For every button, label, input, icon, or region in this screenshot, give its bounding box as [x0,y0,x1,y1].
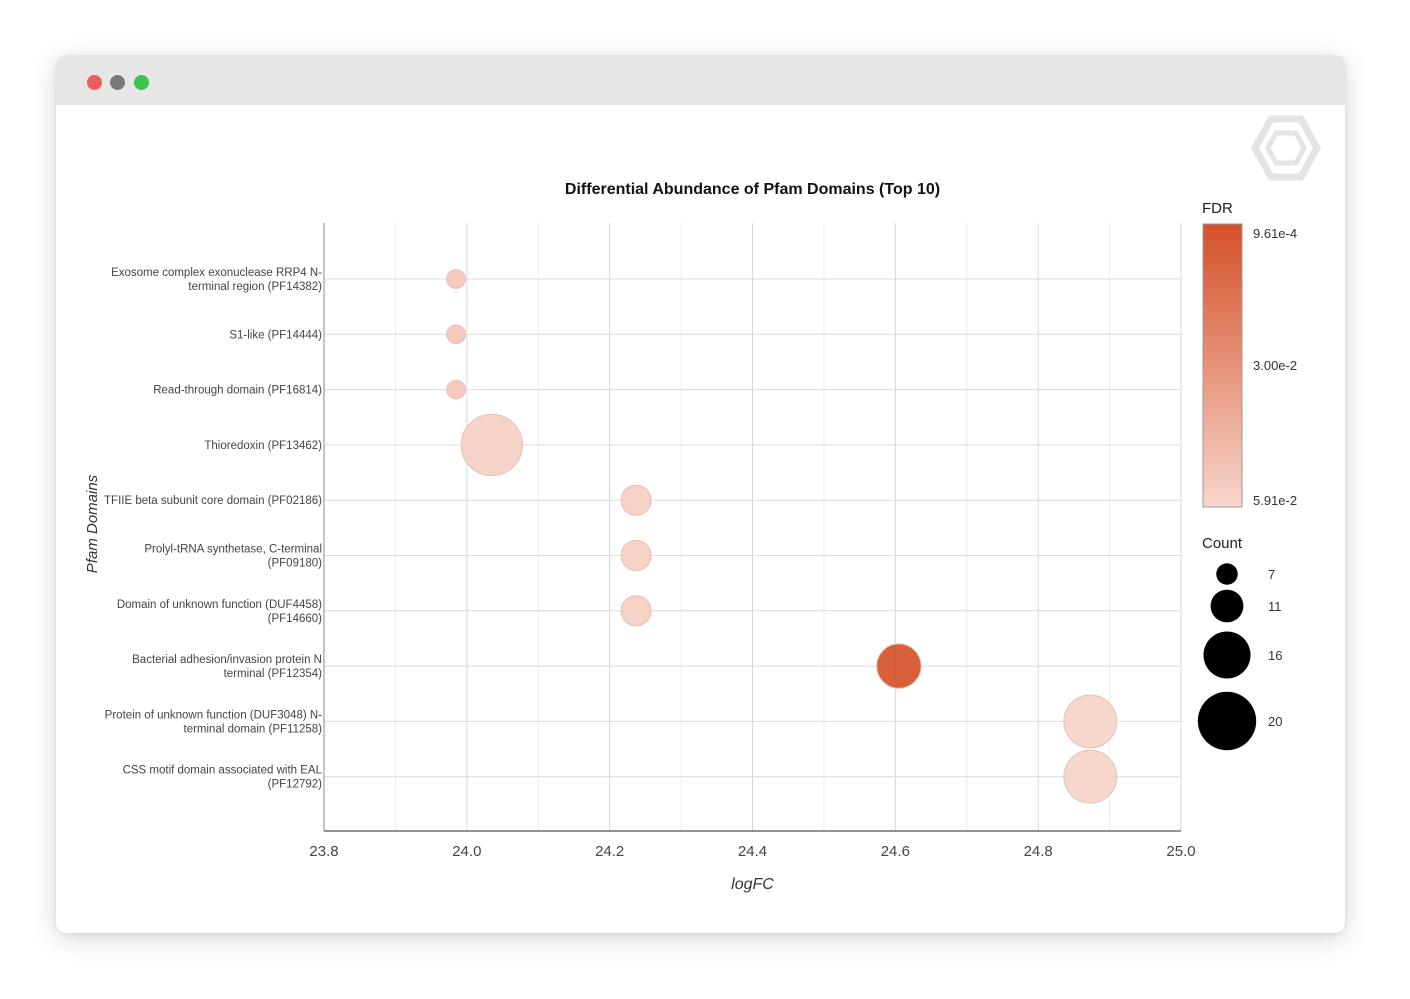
data-bubble [1063,749,1118,804]
data-bubble [460,413,524,477]
y-category-label: (PF12792) [268,779,323,791]
data-bubble [620,484,652,516]
count-legend-label: 16 [1268,648,1282,663]
count-legend-circle [1216,563,1238,585]
y-category-label: Protein of unknown function (DUF3048) N- [105,709,322,721]
y-category-label: CSS motif domain associated with EAL [123,765,323,777]
x-tick-label: 25.0 [1166,843,1195,860]
y-category-label: terminal (PF12354) [224,668,323,680]
count-legend-circle [1210,589,1244,623]
count-legend-circle [1203,631,1251,679]
browser-window: Differential Abundance of Pfam Domains (… [56,55,1345,933]
x-tick-label: 24.6 [881,843,910,860]
y-category-label: Thioredoxin (PF13462) [204,440,322,452]
y-category-label: (PF14660) [268,613,323,625]
count-legend-label: 7 [1268,567,1275,582]
data-bubble [1063,694,1118,749]
x-tick-label: 23.8 [309,843,338,860]
fdr-legend-label: 9.61e-4 [1253,226,1297,241]
x-axis-title: logFC [731,876,774,893]
fdr-legend-label: 3.00e-2 [1253,358,1297,373]
y-axis-title: Pfam Domains [84,474,101,573]
data-bubble [620,539,652,572]
data-bubble [876,643,922,689]
x-tick-label: 24.0 [452,843,481,860]
y-category-label: S1-like (PF14444) [229,329,322,341]
y-category-label: terminal region (PF14382) [188,281,322,293]
x-tick-label: 24.2 [595,843,624,860]
data-bubble [446,379,467,400]
count-legend-title: Count [1202,535,1243,552]
fdr-colorbar [1202,223,1243,508]
count-legend-label: 11 [1268,599,1282,614]
fdr-legend-label: 5.91e-2 [1253,493,1297,508]
bubble-chart: Differential Abundance of Pfam Domains (… [84,181,1297,893]
data-bubble [620,595,652,627]
data-bubble [446,269,467,289]
x-tick-label: 24.8 [1024,843,1053,860]
y-category-label: Prolyl-tRNA synthetase, C-terminal [144,544,322,556]
y-category-label: Read-through domain (PF16814) [153,385,322,397]
y-category-label: terminal domain (PF11258) [184,723,323,735]
y-category-label: (PF09180) [268,558,323,570]
y-category-label: Exosome complex exonuclease RRP4 N- [111,267,322,279]
count-legend-circle [1197,691,1257,751]
y-category-label: TFIIE beta subunit core domain (PF02186) [104,495,322,507]
y-category-label: Domain of unknown function (DUF4458) [117,599,322,611]
chart-title: Differential Abundance of Pfam Domains (… [565,181,940,198]
fdr-legend-title: FDR [1202,200,1233,217]
count-legend-label: 20 [1268,714,1282,729]
x-tick-label: 24.4 [738,843,767,860]
y-category-label: Bacterial adhesion/invasion protein N [132,654,322,666]
data-bubble [446,324,467,345]
